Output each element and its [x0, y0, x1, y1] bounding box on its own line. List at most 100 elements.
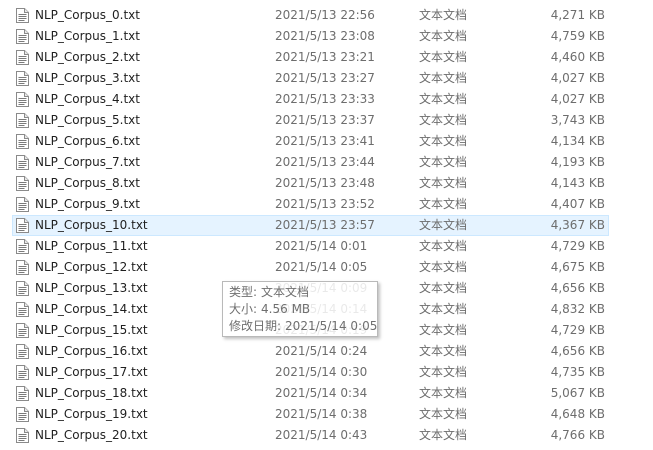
file-row[interactable]: NLP_Corpus_17.txt 2021/5/14 0:30 文本文档 4,735…	[0, 362, 653, 383]
file-name: NLP_Corpus_4.txt	[35, 92, 140, 106]
file-row[interactable]: NLP_Corpus_6.txt 2021/5/13 23:41 文本文档 4,134…	[0, 131, 653, 152]
file-row[interactable]: NLP_Corpus_11.txt 2021/5/14 0:01 文本文档 4,729…	[0, 236, 653, 257]
file-name: NLP_Corpus_2.txt	[35, 50, 140, 64]
file-modified-date: 2021/5/13 23:33	[275, 92, 375, 106]
text-file-icon	[16, 71, 29, 86]
file-size: 4,460 KB	[550, 50, 605, 64]
text-file-icon	[16, 323, 29, 338]
file-row[interactable]: NLP_Corpus_3.txt 2021/5/13 23:27 文本文档 4,027…	[0, 68, 653, 89]
file-type: 文本文档	[419, 155, 468, 169]
file-name: NLP_Corpus_6.txt	[35, 134, 140, 148]
file-modified-date: 2021/5/14 0:38	[275, 407, 368, 421]
tooltip-modified-label: 修改日期:	[229, 319, 282, 333]
file-size: 4,832 KB	[550, 302, 605, 316]
file-row[interactable]: NLP_Corpus_4.txt 2021/5/13 23:33 文本文档 4,027…	[0, 89, 653, 110]
file-row[interactable]: NLP_Corpus_9.txt 2021/5/13 23:52 文本文档 4,407…	[0, 194, 653, 215]
file-type: 文本文档	[419, 344, 468, 358]
file-type: 文本文档	[419, 113, 468, 127]
file-size: 4,648 KB	[550, 407, 605, 421]
file-name: NLP_Corpus_8.txt	[35, 176, 140, 190]
file-type: 文本文档	[419, 92, 468, 106]
file-row[interactable]: NLP_Corpus_19.txt 2021/5/14 0:38 文本文档 4,648…	[0, 404, 653, 425]
file-type: 文本文档	[419, 134, 468, 148]
file-size: 4,193 KB	[550, 155, 605, 169]
file-type: 文本文档	[419, 386, 468, 400]
file-type: 文本文档	[419, 365, 468, 379]
file-info-tooltip: 类型: 文本文档 大小: 4.56 MB 修改日期: 2021/5/14 0:05	[222, 281, 378, 337]
file-row[interactable]: NLP_Corpus_16.txt 2021/5/14 0:24 文本文档 4,656…	[0, 341, 653, 362]
file-modified-date: 2021/5/14 0:01	[275, 239, 368, 253]
text-file-icon	[16, 281, 29, 296]
file-modified-date: 2021/5/14 0:34	[275, 386, 368, 400]
file-type: 文本文档	[419, 50, 468, 64]
file-name: NLP_Corpus_14.txt	[35, 302, 148, 316]
file-name: NLP_Corpus_10.txt	[35, 218, 148, 232]
file-size: 4,729 KB	[550, 323, 605, 337]
file-name: NLP_Corpus_19.txt	[35, 407, 148, 421]
file-size: 4,027 KB	[550, 92, 605, 106]
file-name: NLP_Corpus_3.txt	[35, 71, 140, 85]
file-row[interactable]: NLP_Corpus_2.txt 2021/5/13 23:21 文本文档 4,460…	[0, 47, 653, 68]
tooltip-size-label: 大小:	[229, 302, 258, 316]
text-file-icon	[16, 8, 29, 23]
file-type: 文本文档	[419, 281, 468, 295]
tooltip-size-line: 大小: 4.56 MB	[229, 301, 371, 318]
file-type: 文本文档	[419, 29, 468, 43]
file-name: NLP_Corpus_0.txt	[35, 8, 140, 22]
file-size: 4,367 KB	[550, 218, 605, 232]
text-file-icon	[16, 92, 29, 107]
file-row[interactable]: NLP_Corpus_8.txt 2021/5/13 23:48 文本文档 4,143…	[0, 173, 653, 194]
file-size: 4,766 KB	[550, 428, 605, 442]
file-size: 4,656 KB	[550, 281, 605, 295]
file-type: 文本文档	[419, 323, 468, 337]
tooltip-type-value: 文本文档	[261, 285, 310, 299]
file-type: 文本文档	[419, 71, 468, 85]
text-file-icon	[16, 50, 29, 65]
file-row[interactable]: NLP_Corpus_7.txt 2021/5/13 23:44 文本文档 4,193…	[0, 152, 653, 173]
file-modified-date: 2021/5/13 23:48	[275, 176, 375, 190]
text-file-icon	[16, 260, 29, 275]
tooltip-type-line: 类型: 文本文档	[229, 284, 371, 301]
file-row[interactable]: NLP_Corpus_1.txt 2021/5/13 23:08 文本文档 4,759…	[0, 26, 653, 47]
file-name: NLP_Corpus_15.txt	[35, 323, 148, 337]
file-size: 4,656 KB	[550, 344, 605, 358]
file-modified-date: 2021/5/13 23:57	[275, 218, 375, 232]
file-name: NLP_Corpus_9.txt	[35, 197, 140, 211]
file-type: 文本文档	[419, 302, 468, 316]
file-row[interactable]: NLP_Corpus_0.txt 2021/5/13 22:56 文本文档 4,271…	[0, 5, 653, 26]
text-file-icon	[16, 134, 29, 149]
tooltip-type-label: 类型:	[229, 285, 258, 299]
file-size: 4,407 KB	[550, 197, 605, 211]
file-row[interactable]: NLP_Corpus_20.txt 2021/5/14 0:43 文本文档 4,766…	[0, 425, 653, 446]
file-name: NLP_Corpus_1.txt	[35, 29, 140, 43]
file-modified-date: 2021/5/14 0:24	[275, 344, 368, 358]
tooltip-size-value: 4.56 MB	[261, 302, 311, 316]
file-row[interactable]: NLP_Corpus_18.txt 2021/5/14 0:34 文本文档 5,067…	[0, 383, 653, 404]
file-row[interactable]: NLP_Corpus_10.txt 2021/5/13 23:57 文本文档 4,36…	[0, 215, 653, 236]
text-file-icon	[16, 407, 29, 422]
file-type: 文本文档	[419, 260, 468, 274]
file-modified-date: 2021/5/13 23:21	[275, 50, 375, 64]
text-file-icon	[16, 302, 29, 317]
file-size: 4,735 KB	[550, 365, 605, 379]
text-file-icon	[16, 197, 29, 212]
text-file-icon	[16, 155, 29, 170]
file-size: 4,143 KB	[550, 176, 605, 190]
text-file-icon	[16, 344, 29, 359]
file-modified-date: 2021/5/14 0:43	[275, 428, 368, 442]
file-modified-date: 2021/5/13 23:41	[275, 134, 375, 148]
file-type: 文本文档	[419, 8, 468, 22]
text-file-icon	[16, 113, 29, 128]
file-type: 文本文档	[419, 407, 468, 421]
file-list: NLP_Corpus_0.txt 2021/5/13 22:56 文本文档 4,271…	[0, 5, 653, 446]
file-name: NLP_Corpus_11.txt	[35, 239, 148, 253]
file-size: 4,027 KB	[550, 71, 605, 85]
file-name: NLP_Corpus_16.txt	[35, 344, 148, 358]
file-size: 4,271 KB	[550, 8, 605, 22]
file-size: 4,759 KB	[550, 29, 605, 43]
file-row[interactable]: NLP_Corpus_12.txt 2021/5/14 0:05 文本文档 4,675…	[0, 257, 653, 278]
file-type: 文本文档	[419, 197, 468, 211]
text-file-icon	[16, 218, 29, 233]
file-row[interactable]: NLP_Corpus_5.txt 2021/5/13 23:37 文本文档 3,743…	[0, 110, 653, 131]
file-size: 4,729 KB	[550, 239, 605, 253]
